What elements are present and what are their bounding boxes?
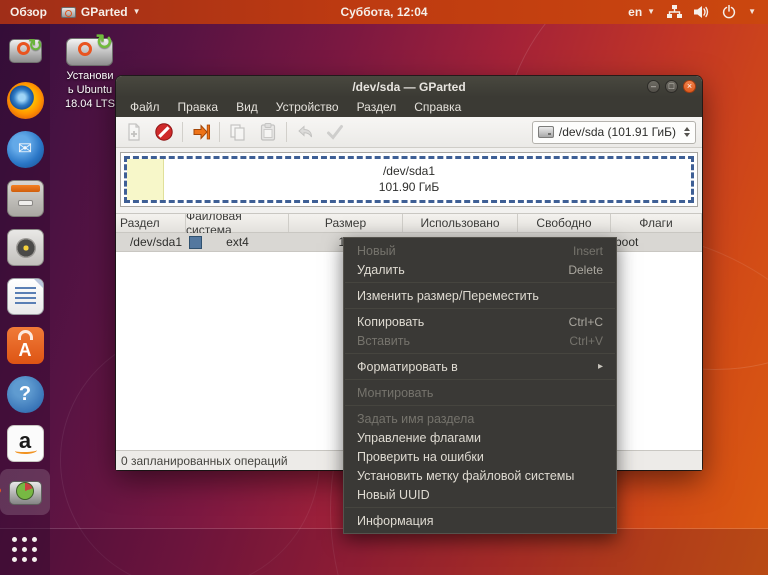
dock-item-amazon[interactable]: a <box>5 423 45 463</box>
rhythmbox-icon <box>7 229 44 266</box>
partition-visual-panel: /dev/sda1 101.90 ГиБ <box>120 152 698 207</box>
minimize-button[interactable]: – <box>647 80 660 93</box>
paste-button[interactable] <box>256 120 280 144</box>
submenu-arrow-icon: ▸ <box>598 361 603 372</box>
partition-block-sda1[interactable]: /dev/sda1 101.90 ГиБ <box>124 156 694 203</box>
desktop-icon-install-ubuntu[interactable]: ↻ Установи ь Ubuntu 18.04 LTS <box>57 30 123 111</box>
resize-move-button[interactable] <box>189 120 213 144</box>
title-bar[interactable]: /dev/sda — GParted – □ × <box>116 76 702 97</box>
menu-device[interactable]: Устройство <box>268 98 347 116</box>
window-title: /dev/sda — GParted <box>352 80 465 94</box>
show-applications-button[interactable] <box>12 537 38 563</box>
menu-item-resize-move[interactable]: Изменить размер/Переместить <box>344 286 616 305</box>
menu-edit[interactable]: Правка <box>170 98 227 116</box>
dock-item-files[interactable] <box>5 178 45 218</box>
undo-button[interactable] <box>293 120 317 144</box>
menu-separator <box>345 282 615 283</box>
new-partition-button[interactable] <box>122 120 146 144</box>
menu-separator <box>345 353 615 354</box>
gparted-live-icon: ↻ <box>7 33 44 70</box>
gparted-app-icon <box>61 7 76 18</box>
toolbar: /dev/sda (101.91 ГиБ) <box>116 117 702 148</box>
maximize-button[interactable]: □ <box>665 80 678 93</box>
toolbar-separator <box>219 122 220 142</box>
thunderbird-icon <box>7 131 44 168</box>
top-bar: Обзор GParted ▼ Суббота, 12:04 en ▼ ▼ <box>0 0 768 24</box>
col-free[interactable]: Свободно <box>518 214 611 232</box>
menu-item-mount[interactable]: Монтировать <box>344 383 616 402</box>
menu-separator <box>345 379 615 380</box>
toolbar-separator <box>182 122 183 142</box>
menu-item-set-label[interactable]: Установить метку файловой системы <box>344 466 616 485</box>
menu-separator <box>345 507 615 508</box>
dock: ↻ A ? a <box>0 24 50 575</box>
disk-icon <box>538 126 554 138</box>
menu-item-manage-flags[interactable]: Управление флагами <box>344 428 616 447</box>
menu-item-check[interactable]: Проверить на ошибки <box>344 447 616 466</box>
partition-block-label: /dev/sda1 101.90 ГиБ <box>127 159 691 200</box>
wallpaper-band <box>0 529 768 575</box>
menu-bar: Файл Правка Вид Устройство Раздел Справк… <box>116 97 702 117</box>
volume-icon[interactable] <box>694 5 710 19</box>
menu-item-paste[interactable]: ВставитьCtrl+V <box>344 331 616 350</box>
dock-item-libreoffice-writer[interactable] <box>5 276 45 316</box>
dock-item-gparted[interactable] <box>5 472 45 512</box>
menu-item-name-partition[interactable]: Задать имя раздела <box>344 409 616 428</box>
col-partition[interactable]: Раздел <box>116 214 186 232</box>
menu-separator <box>345 308 615 309</box>
keyboard-layout-indicator[interactable]: en ▼ <box>628 5 655 19</box>
app-menu-label: GParted <box>81 5 128 19</box>
app-menu[interactable]: GParted ▼ <box>61 5 141 19</box>
firefox-icon <box>7 82 44 119</box>
menu-partition[interactable]: Раздел <box>349 98 405 116</box>
desktop-icon-label: Установи ь Ubuntu 18.04 LTS <box>57 70 123 111</box>
col-size[interactable]: Размер <box>289 214 403 232</box>
chevron-down-icon: ▼ <box>647 8 655 16</box>
dock-item-help[interactable]: ? <box>5 374 45 414</box>
dock-item-thunderbird[interactable] <box>5 129 45 169</box>
menu-item-delete[interactable]: УдалитьDelete <box>344 260 616 279</box>
file-cabinet-icon <box>7 180 44 217</box>
libreoffice-writer-icon <box>7 278 44 315</box>
dock-item-ubuntu-software[interactable]: A <box>5 325 45 365</box>
dock-item-firefox[interactable] <box>5 80 45 120</box>
network-icon[interactable] <box>667 5 682 19</box>
chevron-down-icon[interactable]: ▼ <box>748 8 756 16</box>
power-icon[interactable] <box>722 5 736 19</box>
menu-view[interactable]: Вид <box>228 98 266 116</box>
ubuntu-software-icon: A <box>7 327 44 364</box>
menu-item-new[interactable]: НовыйInsert <box>344 241 616 260</box>
col-flags[interactable]: Флаги <box>611 214 702 232</box>
partition-context-menu: НовыйInsert УдалитьDelete Изменить разме… <box>343 237 617 534</box>
ext4-color-swatch <box>189 236 202 249</box>
install-ubuntu-icon: ↻ <box>65 30 115 70</box>
device-selector[interactable]: /dev/sda (101.91 ГиБ) <box>532 121 696 144</box>
menu-file[interactable]: Файл <box>122 98 168 116</box>
menu-separator <box>345 405 615 406</box>
activities-button[interactable]: Обзор <box>10 5 47 19</box>
delete-partition-button[interactable] <box>152 120 176 144</box>
menu-item-format-to[interactable]: Форматировать в▸ <box>344 357 616 376</box>
col-filesystem[interactable]: Файловая система <box>186 214 289 232</box>
copy-button[interactable] <box>226 120 250 144</box>
help-icon: ? <box>7 376 44 413</box>
close-button[interactable]: × <box>683 80 696 93</box>
menu-help[interactable]: Справка <box>406 98 469 116</box>
table-header: Раздел Файловая система Размер Использов… <box>116 214 702 233</box>
menu-item-new-uuid[interactable]: Новый UUID <box>344 485 616 504</box>
toolbar-separator <box>286 122 287 142</box>
spinner-arrows-icon[interactable] <box>684 127 690 137</box>
chevron-down-icon: ▼ <box>133 8 141 16</box>
col-used[interactable]: Использовано <box>403 214 518 232</box>
apply-button[interactable] <box>323 120 347 144</box>
dock-item-rhythmbox[interactable] <box>5 227 45 267</box>
amazon-icon: a <box>7 425 44 462</box>
gparted-icon <box>7 474 44 511</box>
menu-item-copy[interactable]: КопироватьCtrl+C <box>344 312 616 331</box>
menu-item-information[interactable]: Информация <box>344 511 616 530</box>
dock-item-gparted-live[interactable]: ↻ <box>5 31 45 71</box>
